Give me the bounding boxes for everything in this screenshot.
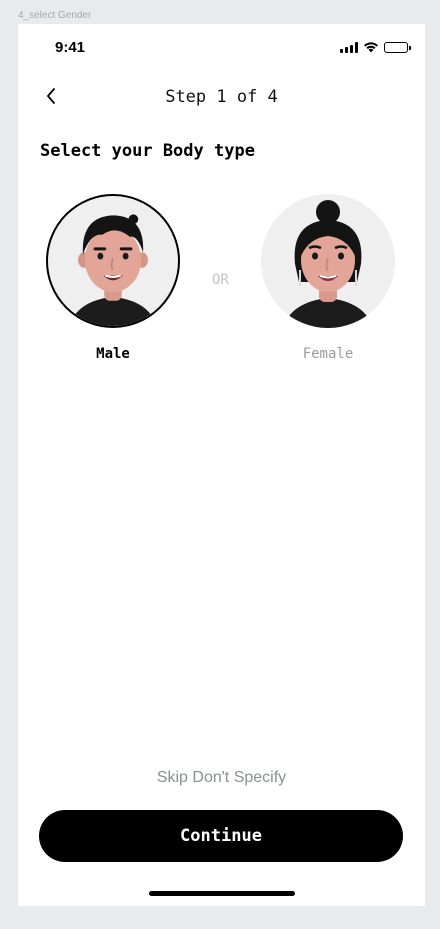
option-label-male: Male bbox=[96, 346, 130, 362]
frame-label: 4_select Gender bbox=[18, 10, 92, 21]
option-male[interactable]: Male bbox=[46, 194, 180, 362]
signal-icon bbox=[340, 41, 358, 53]
or-separator: OR bbox=[212, 272, 229, 288]
page-title: Select your Body type bbox=[40, 141, 255, 161]
home-indicator bbox=[149, 891, 295, 896]
continue-button[interactable]: Continue bbox=[39, 810, 403, 862]
phone-screen: 9:41 Step 1 of 4 Select your Body type M… bbox=[18, 24, 425, 906]
battery-icon bbox=[384, 41, 411, 53]
option-female[interactable]: Female bbox=[261, 194, 395, 362]
status-icons bbox=[340, 41, 411, 53]
female-avatar bbox=[261, 194, 395, 328]
male-avatar bbox=[46, 194, 180, 328]
wifi-icon bbox=[364, 42, 378, 53]
skip-link[interactable]: Skip Don't Specify bbox=[18, 769, 425, 787]
option-label-female: Female bbox=[302, 346, 354, 362]
status-time: 9:41 bbox=[55, 39, 86, 56]
step-indicator: Step 1 of 4 bbox=[165, 87, 278, 107]
